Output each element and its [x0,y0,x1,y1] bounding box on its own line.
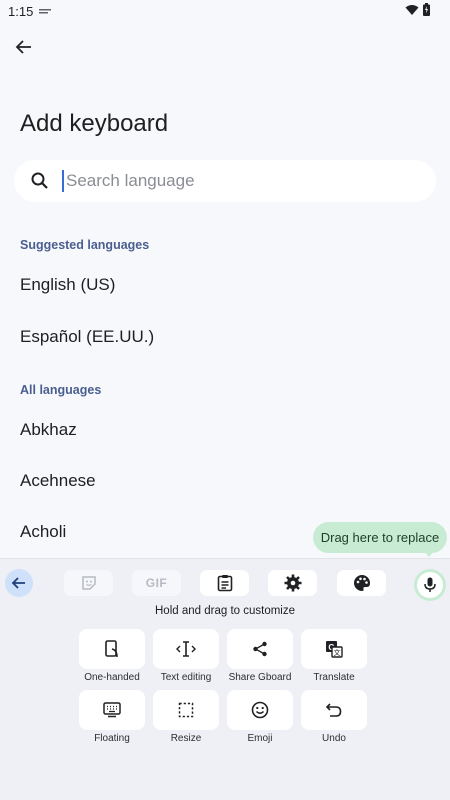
translate-icon: G文 [326,641,343,658]
status-bar: 1:15 [0,0,450,22]
section-header-all: All languages [20,383,102,397]
share-gboard-button[interactable] [227,629,293,669]
battery-icon [423,3,430,19]
back-arrow-icon [15,40,31,54]
wifi-icon [405,4,419,19]
gif-icon: GIF [145,576,168,590]
keyboard-toolbar: GIF [0,564,450,601]
floating-button[interactable] [79,690,145,730]
sticker-icon [81,576,96,590]
clipboard-icon [217,575,232,592]
gif-button[interactable]: GIF [132,570,181,596]
back-arrow-icon [11,577,25,589]
undo-icon [326,703,342,717]
settings-button[interactable] [268,570,317,596]
theme-button[interactable] [337,570,386,596]
back-button[interactable] [10,33,38,61]
clipboard-button[interactable] [200,570,249,596]
notification-icon [39,4,52,19]
text-cursor [62,170,64,192]
share-icon [253,641,267,657]
mic-icon [424,577,436,592]
search-placeholder: Search language [66,171,195,190]
language-item[interactable]: Acholi [20,522,66,542]
search-input[interactable]: Search language [14,160,436,202]
keyboard-panel: GIF Hold and drag to customize One-hande… [0,558,450,800]
undo-button[interactable] [301,690,367,730]
tile-label: Undo [322,733,346,744]
one-handed-icon [105,640,118,658]
gear-icon [284,574,301,592]
language-item[interactable]: Abkhaz [20,420,77,440]
sticker-button[interactable] [64,570,113,596]
palette-icon [353,575,370,591]
drag-replace-tooltip: Drag here to replace [313,522,447,553]
floating-keyboard-icon [103,702,121,718]
text-editing-icon [176,641,196,657]
one-handed-button[interactable] [79,629,145,669]
emoji-button[interactable] [227,690,293,730]
tile-label: Translate [313,672,355,683]
status-time: 1:15 [8,3,34,19]
language-item[interactable]: Acehnese [20,471,96,491]
language-item[interactable]: Español (EE.UU.) [20,327,154,347]
keyboard-back-button[interactable] [5,569,33,597]
emoji-icon [251,701,269,719]
text-editing-button[interactable] [153,629,219,669]
page-title: Add keyboard [20,110,169,137]
svg-text:文: 文 [334,648,341,657]
section-header-suggested: Suggested languages [20,238,150,252]
tooltip-tail [423,550,435,557]
translate-button[interactable]: G文 [301,629,367,669]
resize-button[interactable] [153,690,219,730]
search-icon [31,172,48,189]
voice-input-button[interactable] [414,569,446,601]
language-item[interactable]: English (US) [20,275,115,295]
customize-hint: Hold and drag to customize [155,605,295,617]
resize-icon [178,702,194,718]
